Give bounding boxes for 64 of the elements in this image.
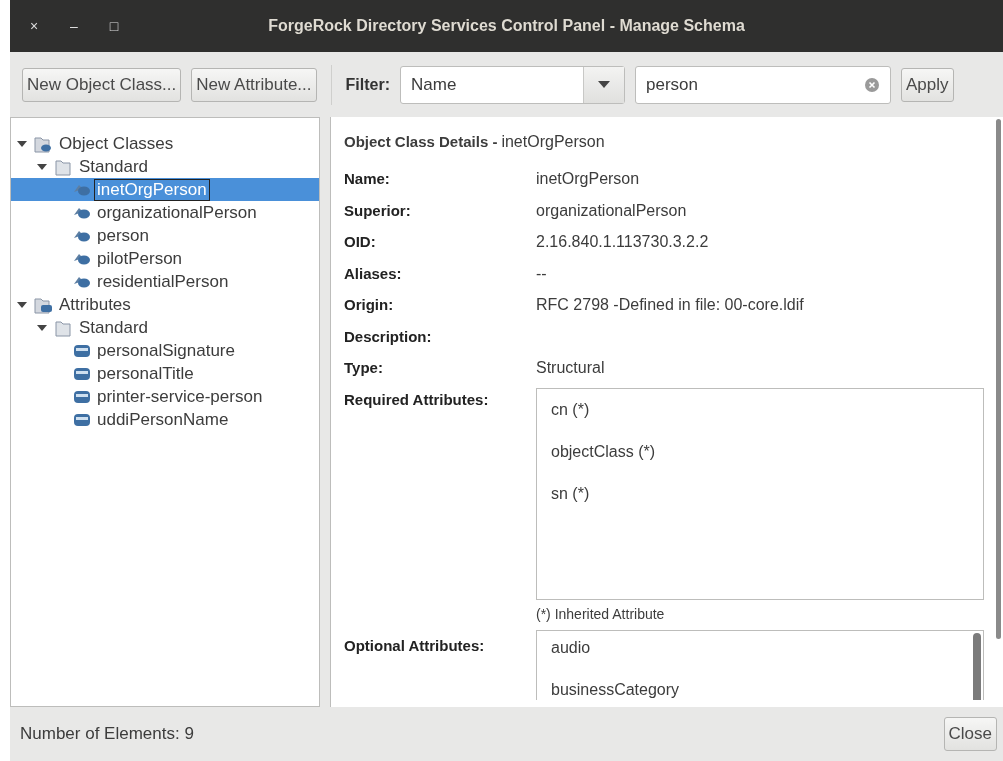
field-label: Description: <box>344 326 433 347</box>
attribute-icon <box>73 388 91 405</box>
clear-icon[interactable] <box>865 77 879 92</box>
filter-label: Filter: <box>345 75 390 94</box>
field-value: organizationalPerson <box>536 201 687 219</box>
object-class-icon <box>73 205 91 220</box>
tree-item[interactable]: Object Classes <box>11 132 319 155</box>
tree-item[interactable]: Attributes <box>11 293 319 316</box>
attribute-icon <box>73 365 91 382</box>
expander-icon[interactable] <box>16 139 28 148</box>
scrollbar-thumb[interactable] <box>996 119 1001 639</box>
field-label: Aliases: <box>344 263 403 284</box>
window-title: ForgeRock Directory Services Control Panel - Manage Schema <box>268 17 745 34</box>
window-control[interactable]: – <box>54 18 94 34</box>
window-control[interactable]: × <box>14 18 54 34</box>
tree-item[interactable]: person <box>11 224 319 247</box>
field-label: Origin: <box>344 295 395 315</box>
field-value: Structural <box>536 359 605 376</box>
inherited-note: (*) Inherited Attribute <box>536 605 665 622</box>
tree-item[interactable]: residentialPerson <box>11 270 319 293</box>
field-label: Optional Attributes: <box>344 635 486 656</box>
list-item[interactable]: sn (*) <box>551 484 590 502</box>
list-item[interactable]: objectClass (*) <box>551 442 656 460</box>
toolbar-button[interactable]: New Object Class... <box>22 67 182 102</box>
tree-item[interactable]: pilotPerson <box>11 247 319 270</box>
attribute-icon <box>73 411 91 428</box>
close-button[interactable]: Close <box>943 717 997 751</box>
field-value: -- <box>536 264 547 282</box>
tree-item[interactable]: printer-service-person <box>11 385 319 408</box>
caret-icon <box>598 81 610 88</box>
details-heading: Object Class Details - <box>344 133 498 151</box>
scrollbar-thumb[interactable] <box>973 632 981 700</box>
field-label: Superior: <box>344 200 412 221</box>
object-class-icon <box>73 228 91 243</box>
field-label: OID: <box>344 232 377 252</box>
list-item[interactable]: audio <box>551 638 591 656</box>
tree-item[interactable]: personalSignature <box>11 339 319 362</box>
apply-button[interactable]: Apply <box>901 67 954 102</box>
field-label: Name: <box>344 169 391 189</box>
tree-item[interactable]: personalTitle <box>11 362 319 385</box>
expander-icon[interactable] <box>16 300 28 309</box>
tree-item[interactable]: organizationalPerson <box>11 201 319 224</box>
field-label: Type: <box>344 358 384 378</box>
expander-icon[interactable] <box>36 162 48 171</box>
expander-icon[interactable] <box>36 323 48 332</box>
tree-item[interactable]: Standard <box>11 316 319 339</box>
search-field[interactable]: person <box>635 65 891 104</box>
object-class-icon <box>73 182 91 197</box>
filter-dropdown[interactable]: Name <box>400 65 625 104</box>
attribute-icon <box>73 342 91 359</box>
field-value: RFC 2798 -Defined in file: 00-core.ldif <box>536 296 804 313</box>
tree-item[interactable]: uddiPersonName <box>11 408 319 431</box>
toolbar-button[interactable]: New Attribute... <box>191 67 317 102</box>
window-control[interactable]: □ <box>94 18 134 34</box>
object-class-icon <box>73 251 91 266</box>
list-item[interactable]: cn (*) <box>551 400 590 418</box>
tree-item[interactable]: Standard <box>11 155 319 178</box>
details-heading-name: inetOrgPerson <box>501 133 605 151</box>
element-count: Number of Elements: 9 <box>20 724 194 744</box>
object-class-icon <box>73 274 91 289</box>
field-value: 2.16.840.1.113730.3.2.2 <box>536 233 709 250</box>
list-item[interactable]: businessCategory <box>551 680 680 698</box>
field-value: inetOrgPerson <box>536 170 640 187</box>
field-label: Required Attributes: <box>344 389 490 410</box>
